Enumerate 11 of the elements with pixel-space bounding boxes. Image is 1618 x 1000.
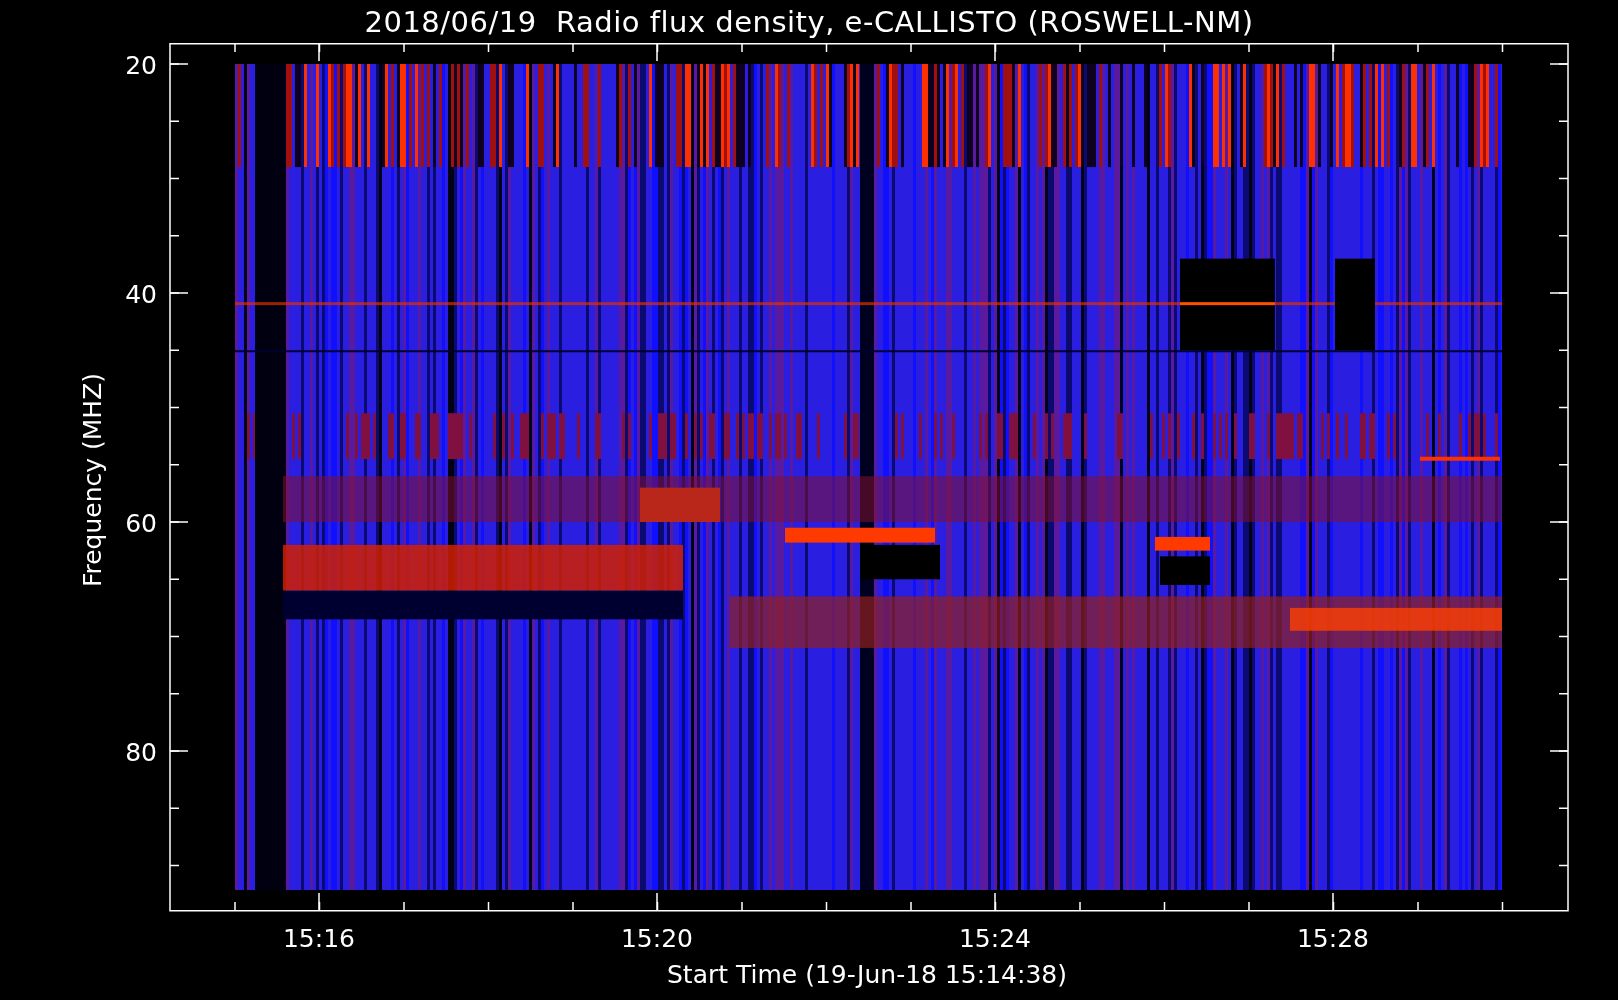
y-axis-label: Frequency (MHZ) bbox=[78, 372, 107, 588]
chart-title: 2018/06/19 Radio flux density, e-CALLISTO (ROSWELL-NM) bbox=[363, 3, 1255, 41]
x-tick-label: 15:16 bbox=[283, 924, 355, 953]
x-tick-label: 15:20 bbox=[621, 924, 693, 953]
y-tick-label: 40 bbox=[125, 280, 157, 309]
x-axis-label: Start Time (19-Jun-18 15:14:38) bbox=[667, 960, 1067, 989]
y-tick-label: 80 bbox=[125, 738, 157, 767]
x-tick-label: 15:28 bbox=[1297, 924, 1369, 953]
x-tick-label: 15:24 bbox=[959, 924, 1031, 953]
y-tick-label: 20 bbox=[125, 51, 157, 80]
y-tick-label: 60 bbox=[125, 509, 157, 538]
